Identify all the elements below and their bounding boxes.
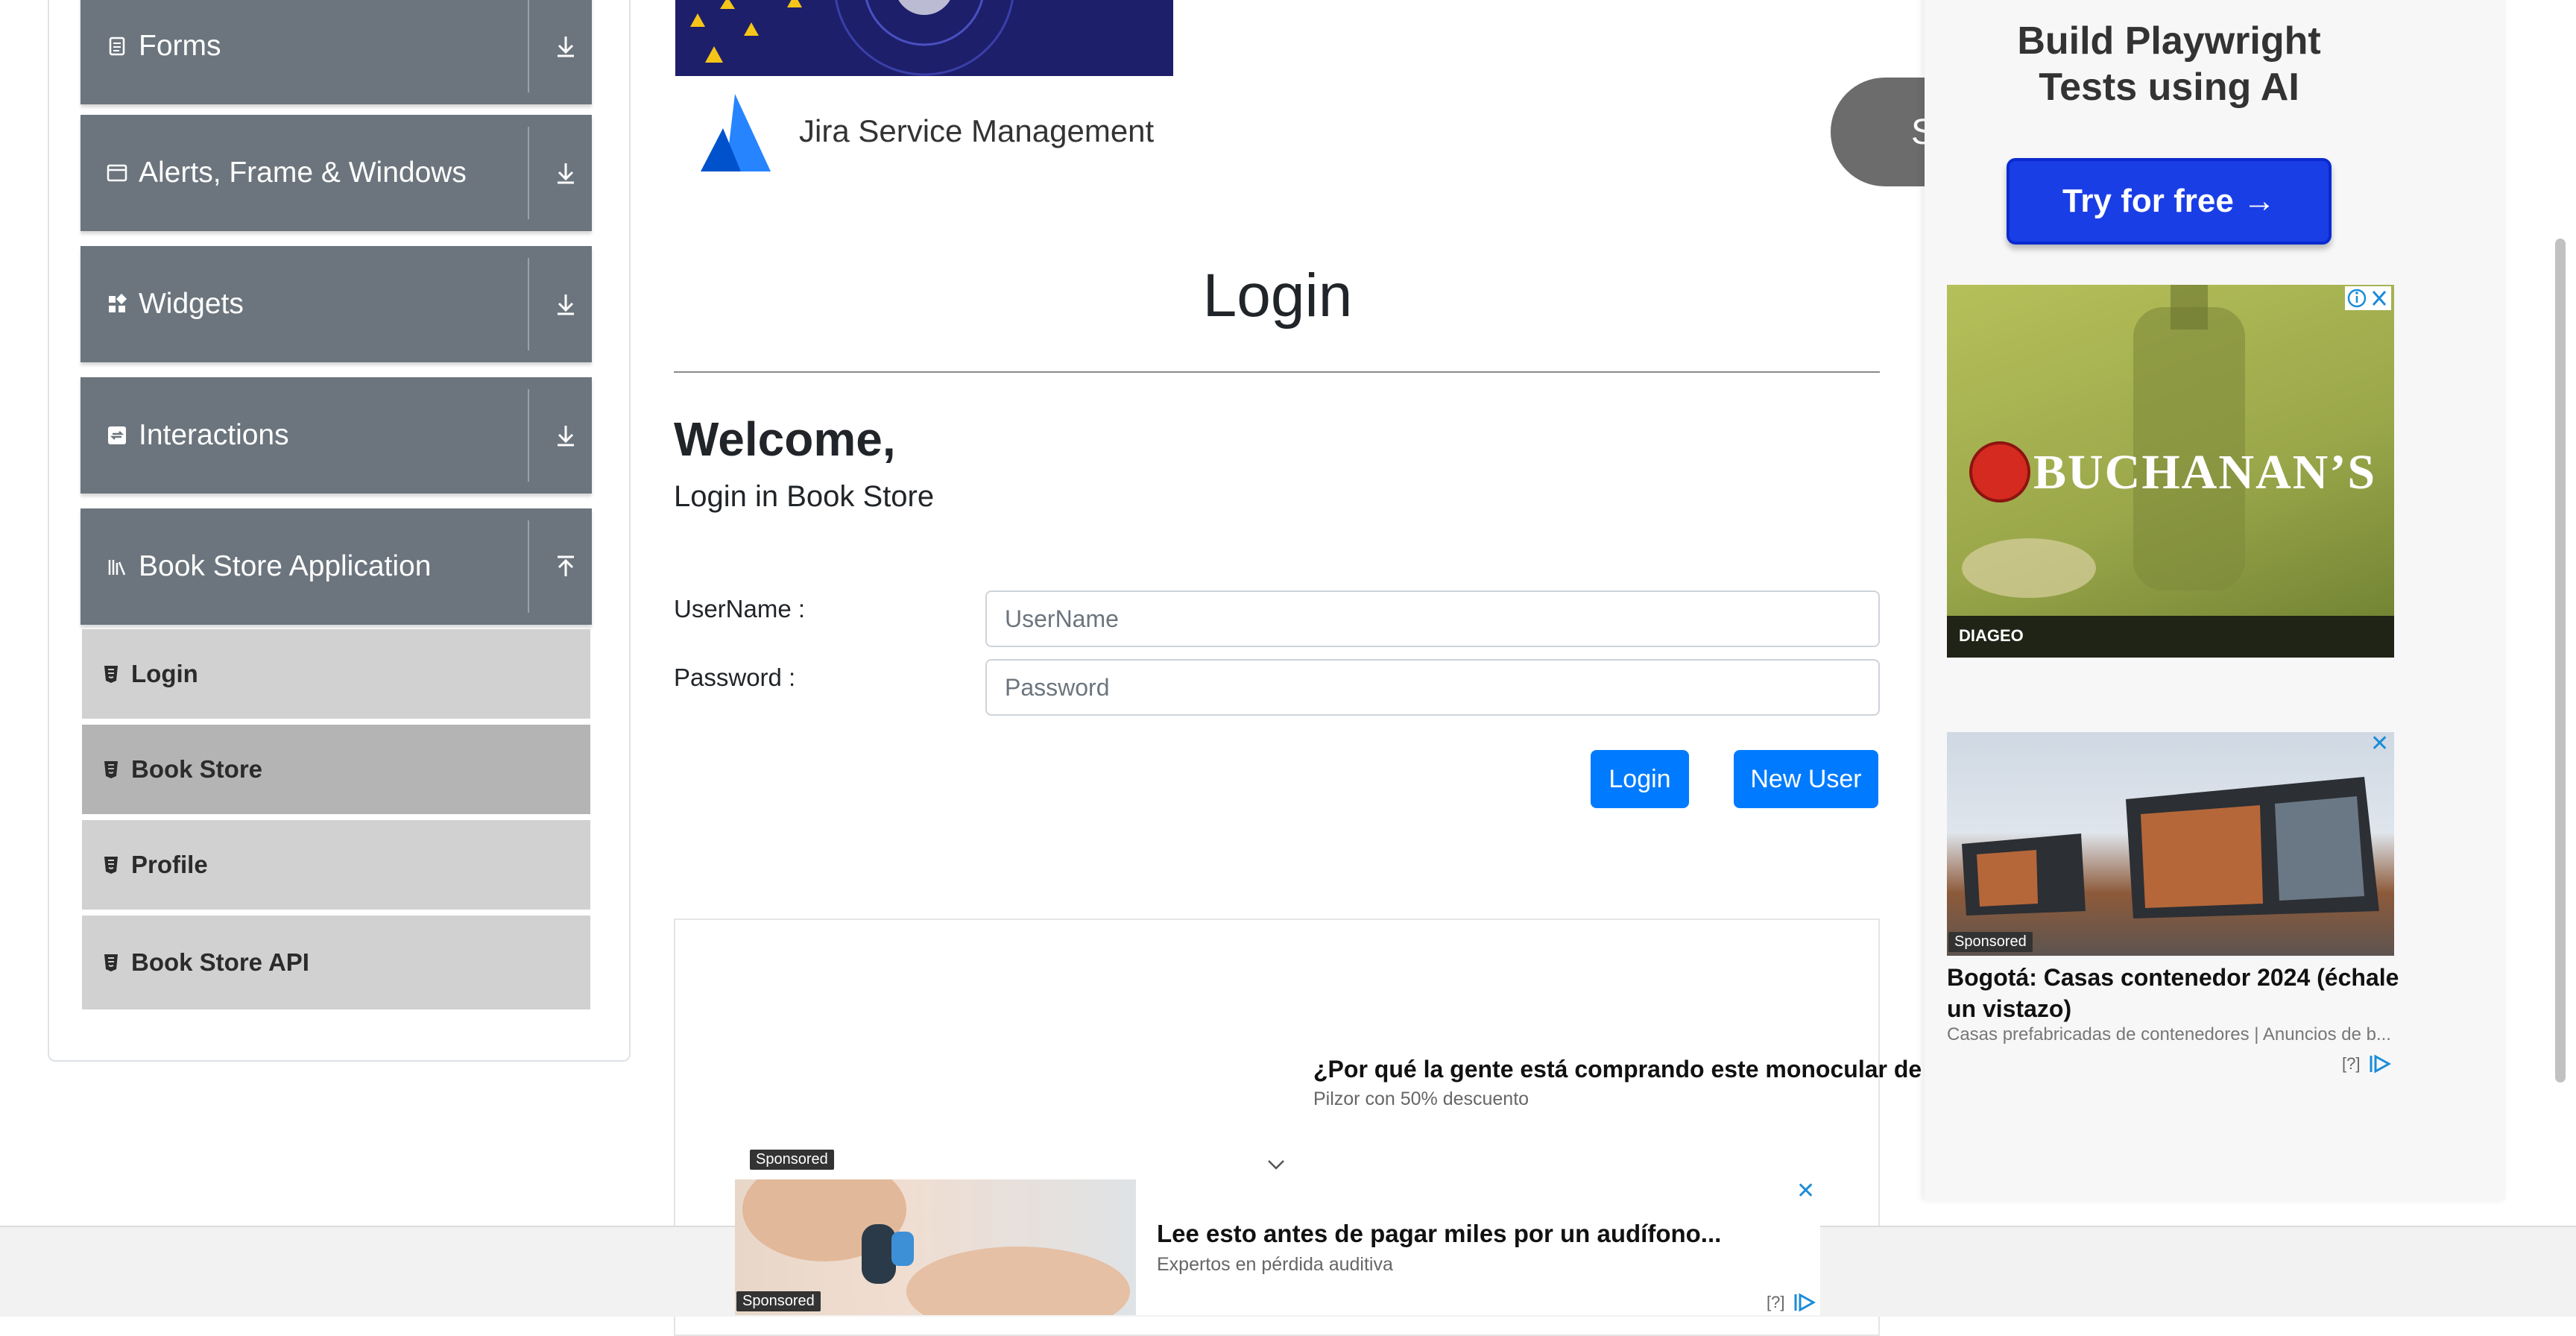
divider: [528, 389, 529, 482]
login-subtitle: Login in Book Store: [674, 480, 935, 513]
download-arrow-icon: [558, 294, 574, 315]
sponsored-badge: Sponsored: [750, 1150, 834, 1170]
page-title: Login: [1202, 262, 1353, 330]
sidebar-item-profile[interactable]: Profile: [82, 820, 590, 913]
username-label: UserName :: [674, 595, 806, 623]
container-house-image[interactable]: Sponsored: [1947, 732, 2394, 956]
group-label: Forms: [139, 30, 221, 62]
ad-title[interactable]: Lee esto antes de pagar miles por un aud…: [1157, 1220, 1721, 1248]
window-icon: [107, 164, 127, 182]
download-arrow-icon: [558, 163, 574, 184]
sponsored-badge: Sponsored: [1948, 932, 2033, 952]
group-label: Book Store Application: [139, 550, 432, 582]
chevron-down-icon[interactable]: [1266, 1154, 1287, 1175]
title-divider: [674, 371, 1880, 373]
group-label: Alerts, Frame & Windows: [139, 157, 467, 189]
html5-icon: [104, 666, 118, 683]
group-interactions[interactable]: Interactions: [80, 377, 592, 494]
warning-graphic: [690, 0, 1014, 76]
close-icon[interactable]: ✕: [1796, 1178, 1815, 1204]
password-label: Password :: [674, 664, 796, 691]
group-forms[interactable]: Forms: [80, 0, 592, 104]
divider: [528, 520, 529, 613]
try-for-free-button[interactable]: Try for free →: [2007, 158, 2332, 245]
ad-title[interactable]: Bogotá: Casas contenedor 2024 (échale un…: [1947, 962, 2409, 1024]
brand-seal: [1969, 441, 2030, 502]
username-input[interactable]: [985, 590, 1880, 647]
library-icon: [108, 560, 126, 576]
divider: [528, 127, 529, 219]
sidebar-item-book-store-api[interactable]: Book Store API: [82, 916, 590, 1009]
html5-icon: [104, 954, 118, 971]
download-arrow-icon: [558, 426, 574, 447]
upload-arrow-icon: [558, 555, 574, 576]
buchanans-ad[interactable]: BUCHANAN’S DIAGEO: [1947, 285, 2394, 658]
ad-title[interactable]: ¿Por qué la gente está comprando este mo…: [1313, 1056, 1922, 1083]
divider: [528, 258, 529, 350]
sidebar-item-login[interactable]: Login: [82, 629, 590, 722]
jira-logo: [701, 94, 771, 171]
sidebar-item-label: Book Store API: [131, 948, 309, 976]
ad-help[interactable]: [?]: [2342, 1054, 2360, 1074]
adchoices-icon[interactable]: [1793, 1293, 1816, 1312]
ad-footer: DIAGEO: [1947, 616, 2394, 658]
sidebar-item-label: Book Store: [131, 755, 263, 783]
download-arrow-icon: [558, 37, 574, 57]
sponsored-badge: Sponsored: [736, 1291, 821, 1311]
new-user-button[interactable]: New User: [1734, 750, 1878, 808]
ad-source: Casas prefabricadas de contenedores | An…: [1947, 1024, 2391, 1044]
document-icon: [109, 37, 125, 56]
sidebar-item-label: Login: [131, 660, 198, 687]
interactions-icon: [108, 426, 126, 444]
widgets-icon: [109, 293, 127, 312]
ad-help[interactable]: [?]: [1767, 1293, 1784, 1312]
close-icon[interactable]: ✕: [2370, 731, 2389, 757]
banner-ad-image[interactable]: [675, 0, 1173, 76]
ad-brand: BUCHANAN’S: [2033, 445, 2377, 500]
divider: [528, 0, 529, 92]
group-label: Interactions: [139, 419, 289, 451]
sidebar-item-book-store[interactable]: Book Store: [82, 725, 590, 817]
welcome-heading: Welcome,: [674, 412, 896, 466]
login-button[interactable]: Login: [1591, 750, 1689, 808]
container-house-graphic: [1962, 777, 2379, 918]
group-book-store-application[interactable]: Book Store Application: [80, 508, 592, 625]
ad-brand-name[interactable]: Jira Service Management: [799, 113, 1154, 149]
sidebar-item-label: Profile: [131, 851, 208, 878]
password-input[interactable]: [985, 659, 1880, 716]
ad-source: Expertos en pérdida auditiva: [1157, 1254, 1393, 1275]
ad-source: Pilzor con 50% descuento: [1313, 1088, 1530, 1109]
html5-icon: [104, 857, 118, 874]
adchoices-icon[interactable]: [2369, 1054, 2391, 1074]
footer-brand: DIAGEO: [1959, 626, 2024, 645]
group-widgets[interactable]: Widgets: [80, 246, 592, 362]
html5-icon: [104, 761, 118, 778]
page-scrollbar[interactable]: [2555, 239, 2566, 1083]
ad-info-close-icon[interactable]: [2345, 286, 2391, 310]
group-label: Widgets: [139, 288, 244, 320]
ad-title[interactable]: Build Playwright Tests using AI: [2005, 18, 2333, 110]
group-alerts-frame-windows[interactable]: Alerts, Frame & Windows: [80, 115, 592, 231]
